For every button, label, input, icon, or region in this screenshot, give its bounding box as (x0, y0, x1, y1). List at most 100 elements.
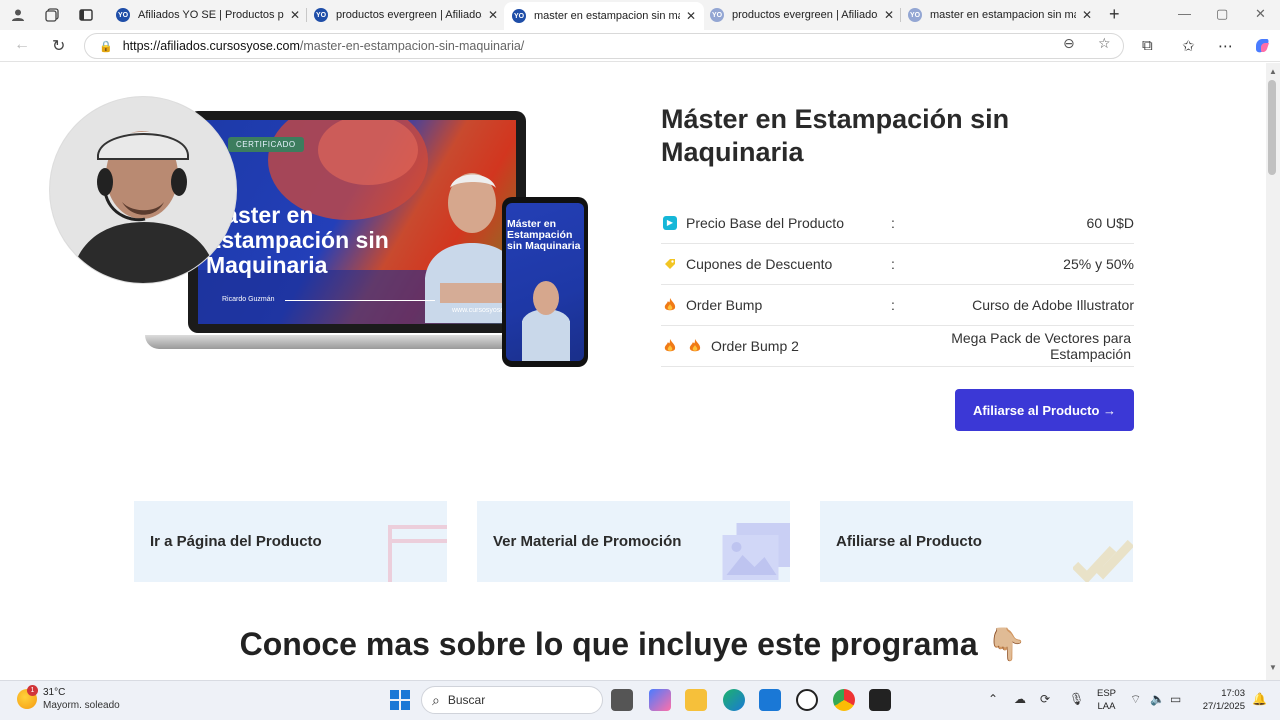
info-row-order-bump-2: Order Bump 2 Mega Pack de Vectores para … (661, 326, 1134, 367)
play-icon: ▶ (661, 216, 679, 230)
site-favicon-icon: YO (512, 9, 526, 23)
card-affiliate-product[interactable]: Afiliarse al Producto (820, 501, 1133, 582)
info-colon: : (891, 256, 895, 272)
section-heading: Conoce mas sobre lo que incluye este pro… (239, 626, 1027, 662)
tab-title: master en estampacion sin maqu (534, 10, 680, 22)
card-label: Ver Material de Promoción (493, 533, 682, 550)
tab-productos-evergreen[interactable]: YO productos evergreen | Afiliados Y ✕ (306, 2, 506, 28)
info-row-order-bump: Order Bump : Curso de Adobe Illustrator (661, 285, 1134, 326)
microphone-icon[interactable]: 🎙 (1069, 692, 1084, 706)
tab-title: productos evergreen | Afiliados Y (732, 9, 878, 21)
favorite-star-icon[interactable]: ☆ (1098, 35, 1111, 52)
minimize-icon[interactable]: — (1178, 6, 1191, 21)
fire-icon (661, 298, 679, 312)
system-clock[interactable]: 17:03 27/1/2025 (1200, 687, 1245, 713)
site-favicon-icon: YO (116, 8, 130, 22)
close-icon[interactable]: ✕ (1082, 8, 1092, 22)
site-favicon-icon: YO (710, 8, 724, 22)
tray-chevron-icon[interactable]: ⌃ (988, 692, 998, 706)
edge-browser-icon[interactable] (723, 689, 745, 711)
mockup-website: www.cursosyose (452, 307, 505, 314)
tab-master-estampacion-2[interactable]: YO master en estampacion sin maqu ✕ (900, 2, 1100, 28)
close-icon[interactable]: ✕ (290, 8, 300, 22)
onedrive-icon[interactable]: ☁ (1014, 692, 1026, 706)
wifi-icon[interactable]: ⌔ (1130, 692, 1141, 707)
phone-course-title: Máster en Estampación sin Maquinaria (507, 218, 581, 252)
weather-badge: 1 (27, 685, 38, 696)
tab-master-estampacion-active[interactable]: YO master en estampacion sin maqu ✕ (504, 2, 704, 30)
card-promo-material[interactable]: Ver Material de Promoción (477, 501, 790, 582)
close-icon[interactable]: ✕ (884, 8, 894, 22)
info-value: 25% y 50% (1063, 256, 1134, 272)
close-window-icon[interactable]: ✕ (1255, 6, 1266, 22)
site-favicon-icon: YO (908, 8, 922, 22)
info-value: 60 U$D (1086, 215, 1134, 231)
close-icon[interactable]: ✕ (686, 9, 696, 23)
copilot-app-icon[interactable] (649, 689, 671, 711)
clock-time: 17:03 (1221, 688, 1245, 699)
info-value: Curso de Adobe Illustrator (972, 297, 1134, 313)
info-colon: : (891, 297, 895, 313)
file-explorer-icon[interactable] (685, 689, 707, 711)
menu-dots-icon[interactable]: ⋯ (1218, 37, 1233, 55)
taskbar-search[interactable]: ⌕ Buscar (421, 686, 603, 714)
tab-title: master en estampacion sin maqu (930, 9, 1076, 21)
scroll-up-arrow-icon[interactable]: ▲ (1269, 67, 1277, 76)
profile-icon[interactable] (8, 5, 28, 25)
workspaces-icon[interactable] (42, 5, 62, 25)
back-arrow-icon[interactable]: ← (14, 36, 30, 54)
lock-icon[interactable]: 🔒 (99, 40, 113, 53)
windows-taskbar (0, 680, 1280, 720)
keyboard-layout: LAA (1097, 701, 1116, 712)
weather-temperature[interactable]: 31°C (43, 687, 65, 698)
sync-icon[interactable]: ⟳ (1040, 692, 1050, 706)
extensions-icon[interactable]: ⧉ (1142, 37, 1153, 54)
info-colon: : (891, 215, 895, 231)
maximize-icon[interactable]: ▢ (1216, 6, 1228, 22)
language-indicator[interactable]: ESP LAA (1097, 687, 1116, 713)
info-row-coupons: Cupones de Descuento : 25% y 50% (661, 244, 1134, 285)
page-content: CERTIFICADO Máster en Estampación sin Ma… (0, 63, 1266, 680)
info-label: Order Bump (686, 297, 763, 313)
site-favicon-icon: YO (314, 8, 328, 22)
clock-date: 27/1/2025 (1202, 701, 1245, 712)
webpage-icon (388, 525, 447, 582)
windows-start-icon[interactable] (390, 690, 410, 710)
fire-icon (661, 339, 679, 353)
card-label: Ir a Página del Producto (150, 533, 322, 550)
info-label: Order Bump 2 (711, 338, 799, 354)
info-value: Mega Pack de Vectores para Estampación (951, 330, 1131, 362)
dell-icon[interactable] (796, 689, 818, 711)
fire-icon (686, 339, 704, 353)
new-tab-button[interactable]: + (1109, 4, 1120, 25)
mockup-author: Ricardo Guzmán (222, 296, 275, 303)
battery-icon[interactable]: ▭ (1170, 692, 1181, 706)
scrollbar-thumb[interactable] (1268, 80, 1276, 175)
task-view-icon[interactable] (611, 689, 633, 711)
url-path: /master-en-estampacion-sin-maquinaria/ (299, 39, 525, 53)
reload-icon[interactable]: ↻ (52, 36, 65, 56)
recorder-icon[interactable] (869, 689, 891, 711)
address-toolbar: ← ↻ 🔒 https://afiliados.cursosyose.com/m… (0, 30, 1280, 62)
card-go-to-product-page[interactable]: Ir a Página del Producto (134, 501, 447, 582)
chrome-icon[interactable] (833, 689, 855, 711)
scroll-down-arrow-icon[interactable]: ▼ (1269, 663, 1277, 672)
favorites-icon[interactable]: ✩ (1182, 37, 1195, 55)
notification-bell-icon[interactable]: 🔔 (1252, 692, 1267, 706)
close-icon[interactable]: ✕ (488, 8, 498, 22)
info-label: Precio Base del Producto (686, 215, 844, 231)
info-row-price: ▶ Precio Base del Producto : 60 U$D (661, 203, 1134, 244)
tab-productos-evergreen-2[interactable]: YO productos evergreen | Afiliados Y ✕ (702, 2, 902, 28)
double-check-icon (1073, 539, 1133, 582)
store-icon[interactable] (759, 689, 781, 711)
copilot-icon[interactable] (1253, 37, 1271, 59)
vertical-tabs-icon[interactable] (76, 5, 96, 25)
volume-icon[interactable]: 🔈 (1150, 692, 1165, 706)
tab-afiliados-productos[interactable]: YO Afiliados YO SE | Productos para a ✕ (108, 2, 308, 28)
weather-description[interactable]: Mayorm. soleado (43, 700, 120, 711)
affiliate-product-button[interactable]: Afiliarse al Producto → (955, 389, 1134, 431)
certificate-badge: CERTIFICADO (228, 137, 304, 152)
url-bar[interactable]: 🔒 https://afiliados.cursosyose.com/maste… (84, 33, 1124, 59)
image-gallery-icon (722, 523, 790, 580)
more-dots-icon[interactable]: ⊖ (1063, 35, 1075, 52)
